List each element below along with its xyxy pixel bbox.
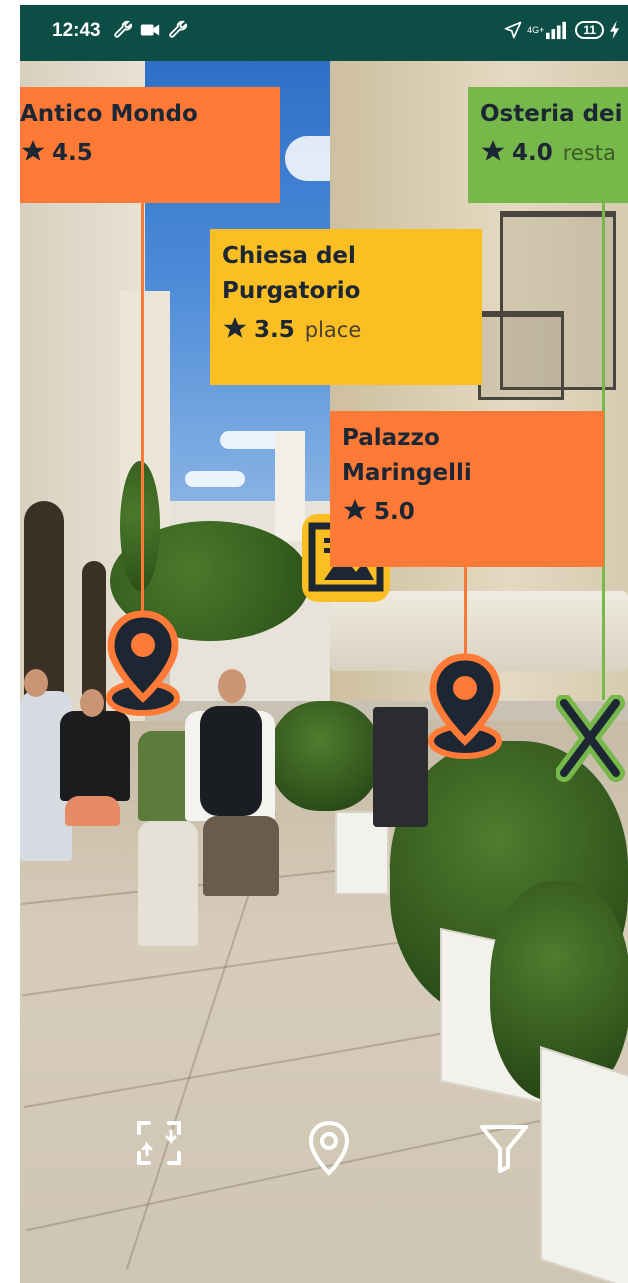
status-bar: 12:43 4G+ 11 [20, 5, 628, 61]
poi-rating: 5.0 [374, 499, 415, 525]
location-pin-outline-icon [308, 1120, 350, 1176]
poi-name-line-2: Maringelli [342, 460, 472, 486]
status-icons-right: 4G+ 11 [503, 20, 622, 40]
poi-card-antico-mondo[interactable]: Antico Mondo 4.5 [20, 87, 280, 203]
poi-rating-row: 5.0 [342, 497, 592, 525]
map-pin-icon[interactable] [426, 653, 504, 763]
poi-connector-line [464, 565, 467, 665]
pedestrian-head [218, 669, 246, 703]
planter [540, 1046, 628, 1283]
filter-button[interactable] [474, 1117, 534, 1177]
video-camera-icon [141, 24, 160, 36]
network-type-label: 4G+ [527, 24, 545, 35]
poi-card-palazzo-maringelli[interactable]: Palazzo Maringelli 5.0 [330, 411, 604, 567]
poi-rating-row: 4.5 [20, 138, 268, 166]
map-pin-icon[interactable] [104, 610, 182, 720]
star-icon [223, 317, 247, 338]
wrench-icon [114, 20, 133, 38]
poi-card-osteria[interactable]: Osteria dei 4.0 resta [468, 87, 628, 203]
poi-name-line-2: Purgatorio [222, 278, 361, 304]
balcony [478, 311, 564, 400]
vine [120, 461, 160, 591]
shrub [270, 701, 380, 811]
battery-icon: 11 [575, 21, 604, 39]
location-button[interactable] [299, 1117, 359, 1177]
poi-rating: 4.0 [512, 140, 553, 166]
pedestrian [203, 816, 279, 896]
poi-rating-row: 4.0 resta [480, 138, 616, 166]
phone-screen: 12:43 4G+ 11 Antico Mondo 4.5 Osteria de… [20, 5, 628, 1283]
star-icon [343, 499, 367, 520]
backpack [200, 706, 262, 816]
battery-level: 11 [583, 23, 596, 37]
fit-screen-button[interactable] [129, 1113, 189, 1173]
poi-rating-row: 3.5 place [222, 315, 470, 343]
signal-icon [546, 21, 567, 40]
status-icons-left [112, 19, 189, 46]
poi-category: resta [562, 141, 616, 165]
poi-rating: 4.5 [52, 140, 93, 166]
poi-category: place [304, 318, 362, 342]
pedestrian [138, 821, 198, 946]
pedestrian [60, 711, 130, 801]
poi-card-chiesa-del-purgatorio[interactable]: Chiesa del Purgatorio 3.5 place [210, 229, 482, 385]
pedestrian [65, 796, 120, 826]
charging-icon [610, 20, 620, 40]
location-arrow-icon [504, 21, 522, 39]
fit-screen-icon [137, 1121, 181, 1165]
poi-rating: 3.5 [254, 317, 295, 343]
fork-knife-icon[interactable] [556, 695, 628, 791]
status-time: 12:43 [52, 20, 101, 41]
wrench-icon [169, 20, 188, 38]
poi-name-line-1: Chiesa del [222, 243, 356, 269]
poi-name: Antico Mondo [20, 101, 198, 127]
poi-name-line-1: Palazzo [342, 425, 440, 451]
menu-board [373, 707, 428, 827]
filter-icon [480, 1125, 528, 1173]
cloud [185, 471, 245, 487]
star-icon [21, 140, 45, 161]
pedestrian-head [80, 689, 104, 717]
pedestrian-head [24, 669, 48, 697]
star-icon [481, 140, 505, 161]
poi-connector-line [141, 200, 144, 620]
poi-name: Osteria dei [480, 101, 623, 127]
